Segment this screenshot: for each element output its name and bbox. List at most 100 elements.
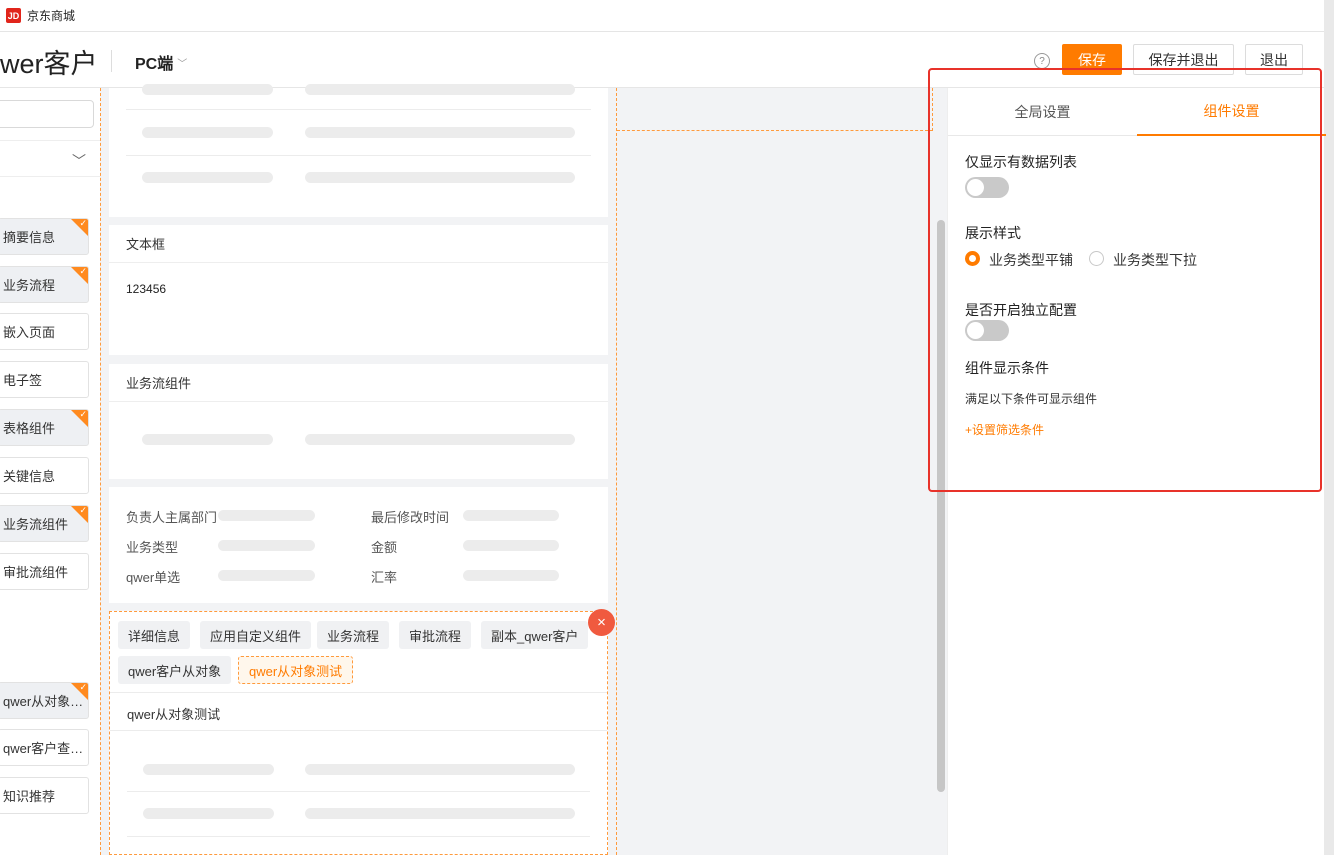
tabs-divider [110, 692, 607, 693]
settings-tabs: 全局设置 组件设置 [948, 88, 1326, 136]
field-label: qwer单选 [126, 570, 181, 585]
save-button[interactable]: 保存 [1062, 44, 1122, 75]
sidebar-component-item[interactable]: 摘要信息 ✓ [0, 218, 89, 255]
tabs-component[interactable]: 详细信息 应用自定义组件 业务流程 审批流程 副本_qwer客户 qwer客户从… [109, 611, 608, 855]
save-and-exit-button[interactable]: 保存并退出 [1133, 44, 1234, 75]
header-divider [111, 50, 112, 72]
delete-component-button[interactable]: × [588, 609, 615, 636]
sidebar-component-label: 知识推荐 [3, 789, 56, 804]
skeleton-bar [305, 84, 575, 95]
skeleton-bar [142, 172, 273, 183]
row-divider [127, 791, 590, 792]
tab-chip[interactable]: 审批流程 [399, 621, 472, 649]
row-divider [127, 836, 590, 837]
sidebar-component-item[interactable]: 审批流组件 [0, 553, 89, 590]
style-radio-dropdown[interactable] [1089, 251, 1104, 266]
tab-component-settings[interactable]: 组件设置 [1137, 88, 1326, 136]
row-divider [126, 155, 591, 156]
sidebar-component-label: 表格组件 [3, 421, 56, 436]
sidebar-component-item[interactable]: 关键信息 [0, 457, 89, 494]
page-title: wer客户 [0, 49, 98, 79]
display-condition-title: 组件显示条件 [965, 360, 1049, 376]
sidebar-component-label: 关键信息 [3, 469, 56, 484]
sidebar-component-label: 嵌入页面 [3, 325, 56, 340]
sidebar-component-item[interactable]: 知识推荐 [0, 777, 89, 814]
only-data-label: 仅显示有数据列表 [965, 154, 1077, 170]
selected-region-outline [617, 88, 933, 131]
textbox-value: 123456 [126, 282, 167, 296]
tabs-divider [110, 730, 607, 731]
sidebar-component-label: 业务流组件 [3, 517, 69, 532]
sidebar-component-item[interactable]: qwer客户查… [0, 729, 89, 766]
field-label: 金额 [371, 540, 398, 555]
style-radio-tile-label: 业务类型平铺 [989, 252, 1073, 268]
row-divider [126, 109, 591, 110]
skeleton-bar [463, 570, 559, 581]
skeleton-bar [305, 764, 575, 775]
independent-config-toggle[interactable] [965, 320, 1009, 341]
keyinfo-card[interactable]: 负责人主属部门 最后修改时间 业务类型 金额 qwer单选 汇率 [109, 487, 608, 603]
sidebar-component-label: 审批流组件 [3, 565, 69, 580]
skeleton-bar [305, 172, 575, 183]
list-card[interactable] [109, 84, 608, 217]
sidebar-component-item[interactable]: 业务流程 ✓ [0, 266, 89, 303]
sidebar-component-label: 业务流程 [3, 278, 56, 293]
tab-chip[interactable]: 应用自定义组件 [200, 621, 312, 649]
flow-card[interactable]: 业务流组件 [109, 364, 608, 479]
skeleton-bar [218, 570, 315, 581]
only-data-toggle[interactable] [965, 177, 1009, 198]
style-radio-tile[interactable] [965, 251, 980, 266]
display-style-label: 展示样式 [965, 225, 1021, 241]
field-label: 业务类型 [126, 540, 179, 555]
tab-chip-active[interactable]: qwer从对象测试 [238, 656, 354, 684]
display-condition-desc: 满足以下条件可显示组件 [965, 392, 1098, 406]
skeleton-bar [143, 764, 274, 775]
tab-global-settings[interactable]: 全局设置 [948, 88, 1137, 136]
component-search-input[interactable] [0, 100, 94, 128]
component-category-select[interactable]: ﹀ [0, 140, 100, 177]
tab-section-title: qwer从对象测试 [127, 707, 221, 722]
style-radio-dropdown-label: 业务类型下拉 [1113, 252, 1197, 268]
chevron-down-icon: ﹀ [177, 58, 188, 70]
independent-config-label: 是否开启独立配置 [965, 302, 1077, 318]
skeleton-bar [142, 127, 273, 138]
chevron-down-icon: ﹀ [72, 153, 86, 169]
skeleton-bar [305, 808, 575, 819]
sidebar-component-item[interactable]: qwer从对象… ✓ [0, 682, 89, 719]
sidebar-component-item[interactable]: 电子签 [0, 361, 89, 398]
sidebar-component-item[interactable]: 业务流组件 ✓ [0, 505, 89, 542]
jd-logo-icon: JD [6, 8, 21, 23]
skeleton-bar [305, 127, 575, 138]
platform-label: PC端 [135, 56, 174, 73]
check-icon: ✓ [79, 682, 87, 692]
panel-scrollbar[interactable] [937, 220, 945, 792]
check-icon: ✓ [79, 266, 87, 276]
field-label: 负责人主属部门 [126, 510, 218, 525]
sidebar-component-item[interactable]: 表格组件 ✓ [0, 409, 89, 446]
skeleton-bar [463, 540, 559, 551]
app-title: 京东商城 [27, 9, 76, 23]
sidebar-component-label: qwer客户查… [3, 741, 84, 756]
skeleton-bar [218, 510, 315, 521]
check-icon: ✓ [79, 409, 87, 419]
tab-chip[interactable]: qwer客户从对象 [118, 656, 232, 684]
tab-chip[interactable]: 详细信息 [118, 621, 191, 649]
add-filter-link[interactable]: +设置筛选条件 [965, 421, 1044, 438]
skeleton-bar [142, 434, 273, 445]
exit-button[interactable]: 退出 [1245, 44, 1303, 75]
skeleton-bar [218, 540, 315, 551]
sidebar-component-label: 摘要信息 [3, 230, 56, 245]
skeleton-bar [305, 434, 575, 445]
help-icon[interactable]: ? [1034, 53, 1050, 69]
skeleton-bar [142, 84, 273, 95]
textbox-card-title: 文本框 [109, 225, 608, 263]
sidebar-component-item[interactable]: 嵌入页面 [0, 313, 89, 350]
settings-panel: 全局设置 组件设置 仅显示有数据列表 展示样式 业务类型平铺 业务类型下拉 是否… [947, 88, 1326, 855]
textbox-card[interactable]: 文本框 123456 [109, 225, 608, 355]
field-label: 汇率 [371, 570, 398, 585]
sidebar-component-label: 电子签 [3, 373, 43, 388]
tab-chip[interactable]: 副本_qwer客户 [481, 621, 589, 649]
page-header: wer客户 PC端 ﹀ ? 保存 保存并退出 退出 [0, 32, 1324, 88]
platform-selector[interactable]: PC端 ﹀ [135, 50, 187, 74]
tab-chip[interactable]: 业务流程 [317, 621, 390, 649]
